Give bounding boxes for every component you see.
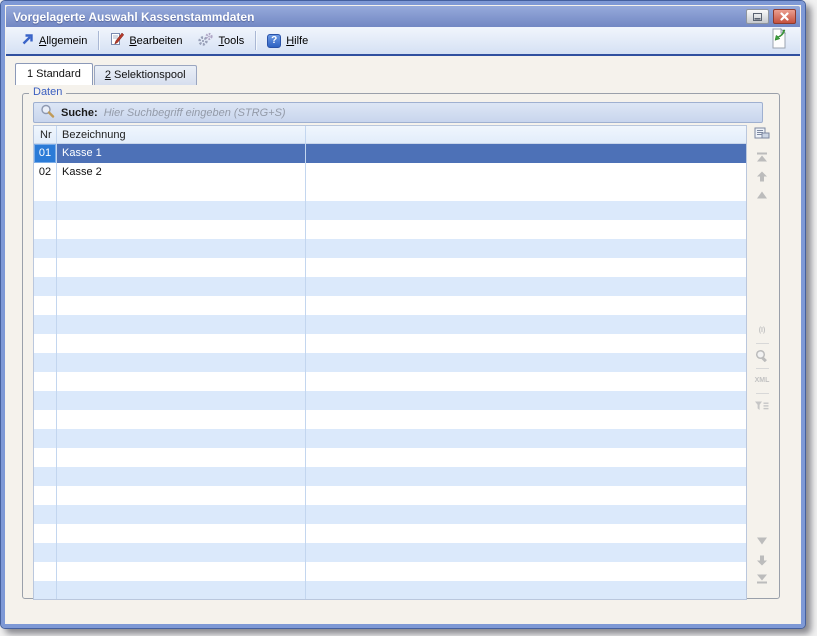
table-row[interactable]: 02Kasse 2	[34, 163, 746, 182]
window-controls	[742, 9, 796, 24]
table-row[interactable]: 01Kasse 1	[34, 144, 746, 163]
column-separator[interactable]	[305, 126, 306, 599]
cell-filler	[305, 144, 746, 163]
cell-nr: 02	[34, 163, 56, 182]
minimize-button[interactable]	[746, 9, 769, 24]
empty-row	[34, 239, 746, 258]
close-icon	[780, 12, 789, 21]
xml-export-icon[interactable]: XML	[753, 374, 771, 388]
search-bar: Suche:	[33, 102, 763, 123]
close-button[interactable]	[773, 9, 796, 24]
column-header-filler	[305, 126, 746, 143]
column-separator[interactable]	[56, 126, 57, 599]
import-document-icon	[769, 27, 789, 50]
rail-bottom	[753, 534, 771, 586]
last-record-icon[interactable]	[753, 572, 771, 586]
minimize-icon	[753, 13, 762, 21]
band-brackets-icon[interactable]: (I)	[753, 324, 771, 338]
empty-row	[34, 562, 746, 581]
empty-row	[34, 391, 746, 410]
page-up-icon[interactable]	[753, 169, 771, 183]
first-record-icon[interactable]	[753, 150, 771, 164]
screen: Vorgelagerte Auswahl Kassenstammdaten Al…	[0, 0, 817, 636]
menu-bearbeiten[interactable]: Bearbeiten	[103, 29, 189, 52]
app-window: Vorgelagerte Auswahl Kassenstammdaten Al…	[0, 0, 806, 629]
prev-record-icon[interactable]	[753, 188, 771, 202]
empty-row	[34, 543, 746, 562]
next-record-icon[interactable]	[753, 534, 771, 548]
menu-label: Allgemein	[39, 35, 87, 47]
menubar-divider	[255, 31, 256, 50]
daten-groupbox: Daten Suche: NrBezeichnung 01Kasse 102Ka…	[22, 93, 780, 599]
empty-row	[34, 277, 746, 296]
empty-row	[34, 467, 746, 486]
tabbar: 1 Standard2 Selektionspool	[15, 63, 197, 85]
menu-allgemein[interactable]: Allgemein	[13, 30, 94, 52]
column-header-nr[interactable]: Nr	[34, 126, 56, 143]
search-label: Suche:	[61, 107, 98, 119]
gears-icon	[197, 32, 214, 50]
side-rail: (I) XML	[750, 125, 774, 600]
column-header-bezeichnung[interactable]: Bezeichnung	[56, 126, 305, 143]
empty-row	[34, 448, 746, 467]
rail-divider	[756, 393, 769, 394]
column-chooser-icon[interactable]	[753, 126, 771, 140]
empty-row	[34, 296, 746, 315]
rail-top	[753, 126, 771, 202]
menu-tools[interactable]: Tools	[190, 29, 252, 53]
cell-filler	[305, 163, 746, 182]
search-icon	[40, 103, 55, 123]
menu-label: Tools	[219, 35, 245, 47]
empty-row	[34, 258, 746, 277]
window-title: Vorgelagerte Auswahl Kassenstammdaten	[13, 10, 254, 24]
menubar-divider	[98, 31, 99, 50]
empty-row	[34, 486, 746, 505]
menu-label: Bearbeiten	[129, 35, 182, 47]
empty-row	[34, 315, 746, 334]
empty-row	[34, 182, 746, 201]
help-icon: ?	[267, 34, 281, 48]
empty-row	[34, 201, 746, 220]
menubar-items: Allgemein Bearbeiten Tools? Hilfe	[13, 27, 315, 54]
tab-2-selektionspool[interactable]: 2 Selektionspool	[94, 65, 197, 85]
question-mark-icon: ?	[267, 34, 281, 48]
menu-hilfe[interactable]: ? Hilfe	[260, 31, 315, 51]
page-down-icon[interactable]	[753, 553, 771, 567]
empty-row	[34, 372, 746, 391]
edit-pen-icon	[110, 32, 124, 49]
rail-middle: (I) XML	[753, 324, 771, 413]
menu-label: Hilfe	[286, 35, 308, 47]
menubar: Allgemein Bearbeiten Tools? Hilfe	[6, 27, 800, 56]
data-table: NrBezeichnung 01Kasse 102Kasse 2	[33, 125, 747, 600]
empty-row	[34, 505, 746, 524]
empty-row	[34, 524, 746, 543]
empty-row	[34, 353, 746, 372]
empty-row	[34, 220, 746, 239]
content: 1 Standard2 Selektionspool Daten Suche: …	[6, 56, 800, 621]
empty-row	[34, 581, 746, 600]
titlebar[interactable]: Vorgelagerte Auswahl Kassenstammdaten	[6, 6, 800, 27]
groupbox-label: Daten	[29, 86, 66, 98]
cell-bezeichnung: Kasse 1	[56, 144, 305, 163]
arrow-up-right-icon	[20, 33, 34, 49]
import-document-button[interactable]	[765, 25, 793, 57]
empty-row	[34, 334, 746, 353]
empty-row	[34, 429, 746, 448]
rail-divider	[756, 368, 769, 369]
cell-nr: 01	[34, 144, 56, 163]
search-input[interactable]	[104, 107, 756, 119]
empty-row	[34, 410, 746, 429]
xml-export-label: XML	[755, 377, 770, 384]
table-header: NrBezeichnung	[34, 126, 746, 144]
table-body: 01Kasse 102Kasse 2	[34, 144, 746, 600]
filter-icon[interactable]	[753, 399, 771, 413]
zoom-icon[interactable]	[753, 349, 771, 363]
tab-1-standard[interactable]: 1 Standard	[15, 63, 93, 85]
rail-divider	[756, 343, 769, 344]
band-brackets-label: (I)	[759, 327, 766, 334]
cell-bezeichnung: Kasse 2	[56, 163, 305, 182]
